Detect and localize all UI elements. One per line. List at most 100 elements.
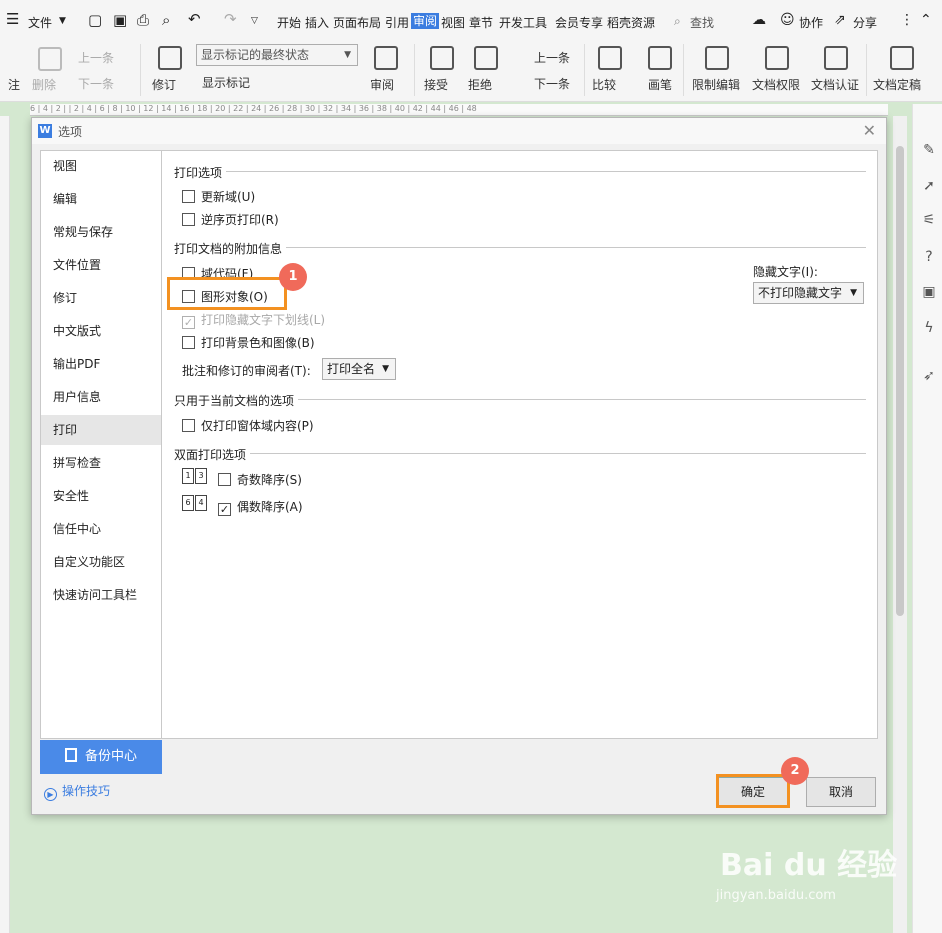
tab-chapter[interactable]: 章节 <box>469 14 493 31</box>
doc-rights-button[interactable]: 文档权限 <box>752 76 800 93</box>
checkbox-box[interactable] <box>182 419 195 432</box>
accept-button[interactable]: 接受 <box>424 76 448 93</box>
file-menu[interactable]: 文件 <box>28 14 52 31</box>
reviewer-value: 打印全名 <box>327 362 376 376</box>
rocket-icon[interactable]: ➶ <box>921 368 937 384</box>
doc-finalize-button[interactable]: 文档定稿 <box>873 76 921 93</box>
print-icon[interactable]: ⎙ <box>137 11 149 29</box>
tips-link[interactable]: ▶ 操作技巧 <box>44 782 110 801</box>
cancel-button[interactable]: 取消 <box>806 777 876 807</box>
more-chevron-icon[interactable]: ▽ <box>251 16 258 26</box>
reviewer-select[interactable]: 打印全名 ▼ <box>322 358 396 380</box>
nav-edit[interactable]: 编辑 <box>41 184 161 214</box>
tab-home[interactable]: 开始 <box>277 14 301 31</box>
lightning-icon[interactable]: ϟ <box>921 320 937 336</box>
revise-button[interactable]: 修订 <box>152 76 176 93</box>
nav-quick-access[interactable]: 快速访问工具栏 <box>41 580 161 610</box>
help-icon[interactable]: ? <box>921 249 937 265</box>
reject-icon <box>474 46 498 70</box>
print-options-panel: 打印选项 更新域(U) 逆序页打印(R) 打印文档的附加信息 域代码(F) 图形… <box>162 150 878 739</box>
reverse-print-checkbox[interactable]: 逆序页打印(R) <box>182 211 279 228</box>
prev-change-button[interactable]: 上一条 <box>534 49 570 66</box>
edit-icon[interactable]: ✎ <box>921 142 937 158</box>
tab-docer[interactable]: 稻壳资源 <box>607 14 655 31</box>
hidden-text-underline-checkbox[interactable]: ✓ 打印隐藏文字下划线(L) <box>182 311 325 329</box>
prev-comment-button[interactable]: 上一条 <box>78 49 114 66</box>
form-data-only-checkbox[interactable]: 仅打印窗体域内容(P) <box>182 417 314 434</box>
share-button[interactable]: 分享 <box>853 14 877 31</box>
tab-view[interactable]: 视图 <box>441 14 465 31</box>
more-options-icon[interactable]: ⋮ <box>900 12 914 28</box>
tab-references[interactable]: 引用 <box>385 14 409 31</box>
checkbox-box[interactable] <box>218 473 231 486</box>
delete-comment-button[interactable]: 删除 <box>32 76 56 93</box>
hidden-text-label: 隐藏文字(I): <box>753 265 818 279</box>
ribbon-separator <box>683 44 684 96</box>
even-reverse-checkbox[interactable]: ✓ 偶数降序(A) <box>218 498 303 516</box>
odd-reverse-checkbox[interactable]: 奇数降序(S) <box>218 471 302 488</box>
tab-review[interactable]: 审阅 <box>411 13 440 29</box>
checkmark-icon[interactable]: ✓ <box>182 316 195 329</box>
nav-trust-center[interactable]: 信任中心 <box>41 514 161 544</box>
search-icon[interactable]: ⌕ <box>674 14 681 29</box>
save-icon[interactable]: ▢ <box>88 11 102 29</box>
close-icon[interactable]: ✕ <box>863 121 876 140</box>
form-data-only-label: 仅打印窗体域内容(P) <box>201 419 314 433</box>
backup-center-button[interactable]: 备份中心 <box>40 740 162 774</box>
vertical-scrollbar[interactable] <box>893 116 907 933</box>
collab-button[interactable]: 协作 <box>799 14 823 31</box>
checkbox-box[interactable] <box>182 213 195 226</box>
collapse-ribbon-icon[interactable]: ⌃ <box>920 12 932 28</box>
reject-button[interactable]: 拒绝 <box>468 76 492 93</box>
next-comment-button[interactable]: 下一条 <box>78 75 114 92</box>
redo-icon[interactable]: ↷ <box>224 10 237 28</box>
nav-print[interactable]: 打印 <box>41 415 161 445</box>
ribbon-zhu-label[interactable]: 注 <box>8 76 20 93</box>
nav-revisions[interactable]: 修订 <box>41 283 161 313</box>
nav-file-location[interactable]: 文件位置 <box>41 250 161 280</box>
restrict-edit-button[interactable]: 限制编辑 <box>692 76 740 93</box>
section-divider <box>286 247 866 248</box>
review-pane-icon <box>374 46 398 70</box>
review-button[interactable]: 审阅 <box>370 76 394 93</box>
update-fields-checkbox[interactable]: 更新域(U) <box>182 188 255 205</box>
nav-user-info[interactable]: 用户信息 <box>41 382 161 412</box>
print-preview-icon[interactable]: ⌕ <box>162 11 170 29</box>
display-state-select[interactable]: 显示标记的最终状态 ▼ <box>196 44 358 66</box>
cloud-icon[interactable]: ☁ <box>752 12 766 28</box>
scrollbar-thumb[interactable] <box>896 146 904 616</box>
select-cursor-icon[interactable]: ➚ <box>921 178 937 194</box>
nav-general-save[interactable]: 常规与保存 <box>41 217 161 247</box>
nav-export-pdf[interactable]: 输出PDF <box>41 349 161 379</box>
tab-layout[interactable]: 页面布局 <box>333 14 381 31</box>
nav-security[interactable]: 安全性 <box>41 481 161 511</box>
search-box[interactable]: 查找 <box>690 14 714 31</box>
print-background-checkbox[interactable]: 打印背景色和图像(B) <box>182 334 315 351</box>
tab-developer[interactable]: 开发工具 <box>499 14 547 31</box>
nav-chinese-layout[interactable]: 中文版式 <box>41 316 161 346</box>
nav-spell-check[interactable]: 拼写检查 <box>41 448 161 478</box>
nav-customize-ribbon[interactable]: 自定义功能区 <box>41 547 161 577</box>
hamburger-menu-icon[interactable]: ☰ <box>6 10 19 28</box>
tab-member[interactable]: 会员专享 <box>555 14 603 31</box>
checkbox-box[interactable] <box>182 190 195 203</box>
checkmark-icon[interactable]: ✓ <box>218 503 231 516</box>
checkbox-box[interactable] <box>182 336 195 349</box>
tab-insert[interactable]: 插入 <box>305 14 329 31</box>
export-icon[interactable]: ▣ <box>113 11 127 29</box>
compare-button[interactable]: 比较 <box>592 76 616 93</box>
next-change-button[interactable]: 下一条 <box>534 75 570 92</box>
section-print-options: 打印选项 <box>174 166 223 180</box>
hidden-text-value: 不打印隐藏文字 <box>758 286 843 300</box>
settings-sliders-icon[interactable]: ⚟ <box>921 212 937 228</box>
hidden-text-select[interactable]: 不打印隐藏文字 ▼ <box>753 282 864 304</box>
undo-icon[interactable]: ↶ <box>188 10 201 28</box>
ribbon-separator <box>414 44 415 96</box>
nav-view[interactable]: 视图 <box>41 151 161 181</box>
baidu-jingyan-watermark: Bai du 经验 <box>720 848 898 883</box>
pen-button[interactable]: 画笔 <box>648 76 672 93</box>
chevron-down-icon[interactable]: ▼ <box>59 16 66 26</box>
show-markup-button[interactable]: 显示标记 <box>202 74 250 91</box>
image-icon[interactable]: ▣ <box>921 284 937 300</box>
doc-cert-button[interactable]: 文档认证 <box>811 76 859 93</box>
